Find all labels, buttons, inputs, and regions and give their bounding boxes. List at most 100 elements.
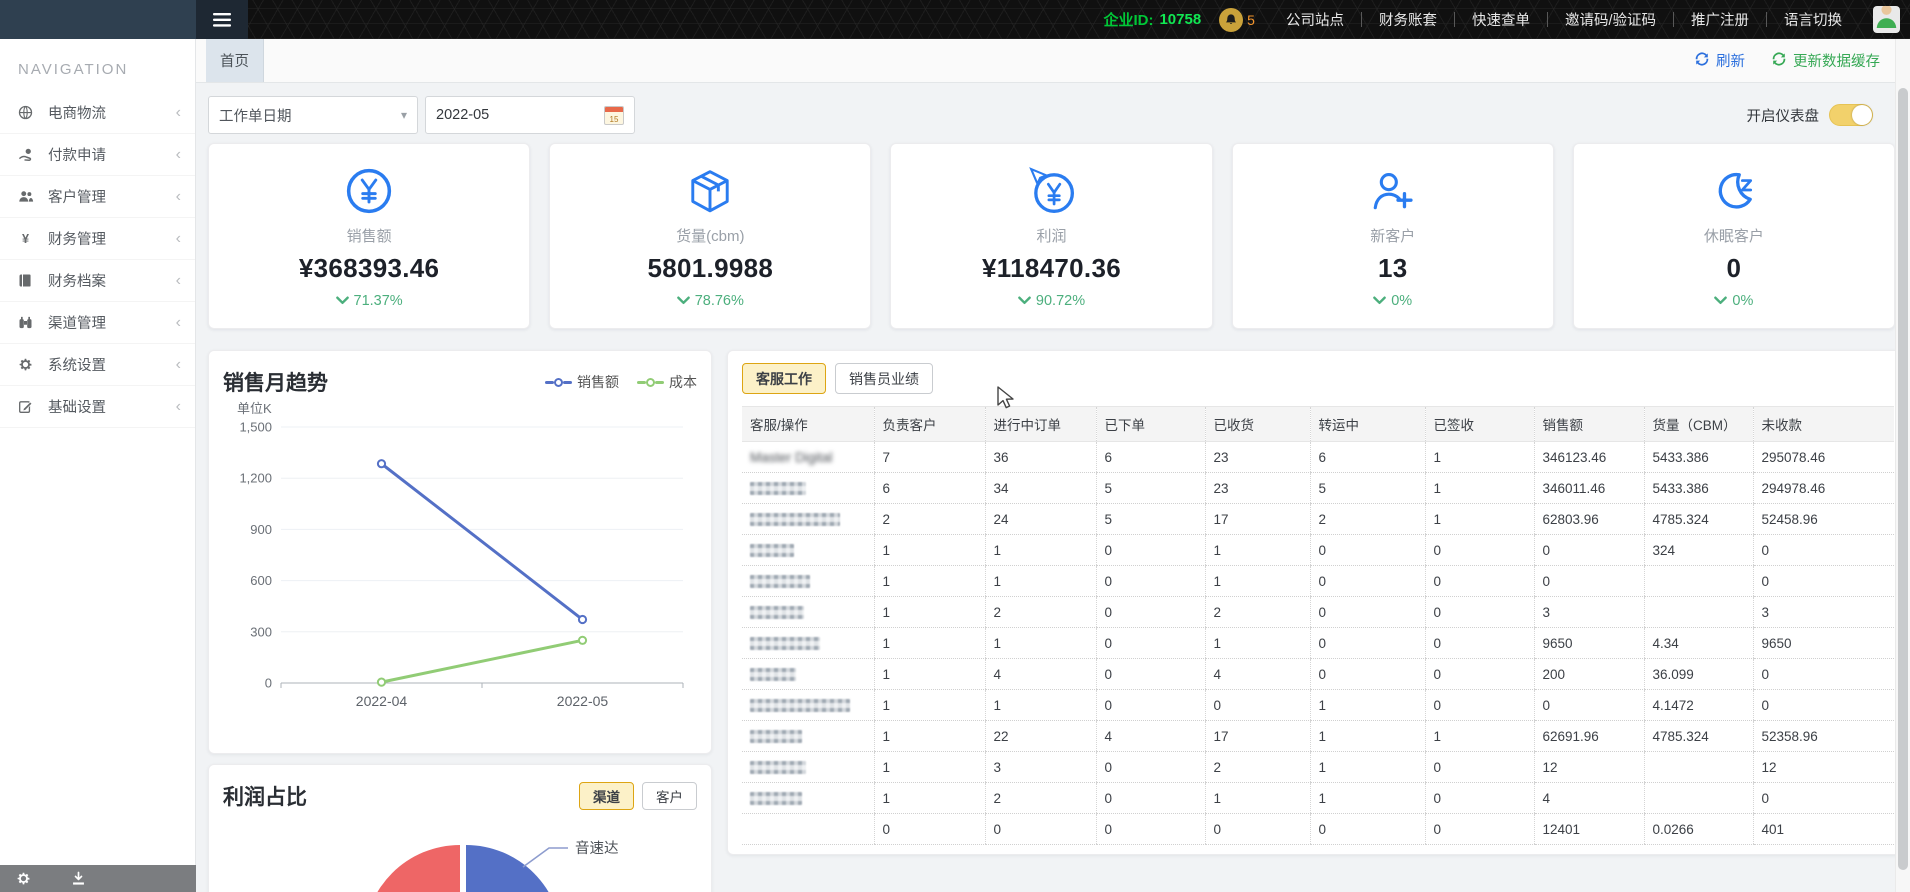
table-cell: 0 xyxy=(1309,565,1425,597)
table-cell: 3 xyxy=(1752,596,1894,628)
topbar-menu-item[interactable]: 快速查单 xyxy=(1455,9,1547,30)
topbar-menu-item[interactable]: 邀请码/验证码 xyxy=(1548,9,1673,30)
table-row[interactable]: 1 3 0 2 1 0 12 12 xyxy=(742,751,1894,783)
sidebar-item-globe[interactable]: 电商物流 ‹ xyxy=(0,92,195,134)
chevron-left-icon: ‹ xyxy=(175,355,181,373)
footer-download-icon[interactable] xyxy=(71,871,86,886)
topbar-menu-item[interactable]: 推广注册 xyxy=(1674,9,1766,30)
table-row[interactable]: 6 34 5 23 5 1 346011.46 5433.386 294978.46 xyxy=(742,472,1894,504)
table-column-header: 已签收 xyxy=(1424,406,1534,442)
sidebar-item-book[interactable]: 财务档案 ‹ xyxy=(0,260,195,302)
table-cell: 12 xyxy=(1533,751,1644,783)
chevron-left-icon: ‹ xyxy=(175,271,181,289)
table-cell: 4 xyxy=(984,658,1096,690)
table-cell: 1 xyxy=(1309,782,1425,814)
tab-sales-performance[interactable]: 销售员业绩 xyxy=(835,363,933,394)
sidebar-item-payment[interactable]: 付款申请 ‹ xyxy=(0,134,195,176)
table-row[interactable]: Master Digital 7 36 6 23 6 1 346123.46 5433.386 2… xyxy=(742,441,1894,473)
sidebar-item-gear[interactable]: 系统设置 ‹ xyxy=(0,344,195,386)
table-row[interactable]: 0 0 0 0 0 0 12401 0.0266 401 xyxy=(742,813,1894,845)
masked-name-block xyxy=(750,699,850,713)
user-avatar[interactable] xyxy=(1873,6,1900,33)
footer-gear-icon[interactable] xyxy=(16,871,31,886)
topbar-menu-item[interactable]: 公司站点 xyxy=(1269,9,1361,30)
dashboard-toggle[interactable] xyxy=(1829,104,1873,126)
update-cache-icon xyxy=(1771,51,1787,71)
table-cell: 295078.46 xyxy=(1752,441,1894,473)
sidebar-item-yen[interactable]: ¥ 财务管理 ‹ xyxy=(0,218,195,260)
pie-tab-customer[interactable]: 客户 xyxy=(642,782,697,810)
table-cell: 2 xyxy=(984,596,1096,628)
table-cell-name xyxy=(742,782,874,814)
legend-label: 销售额 xyxy=(577,374,619,390)
table-row[interactable]: 1 1 0 0 1 0 0 4.1472 0 xyxy=(742,689,1894,721)
sidebar-collapse-button[interactable] xyxy=(196,0,248,39)
topbar-menu-item[interactable]: 财务账套 xyxy=(1362,9,1454,30)
table-cell: 0 xyxy=(1533,689,1644,721)
scrollbar-thumb[interactable] xyxy=(1898,88,1908,870)
topbar-menu-item[interactable]: 语言切换 xyxy=(1767,9,1859,30)
sidebar-header: NAVIGATION xyxy=(18,61,129,78)
table-cell-name xyxy=(742,565,874,597)
legend-item[interactable]: 销售额 xyxy=(545,372,619,392)
workbench-table: 客服/操作 负责客户 进行中订单 已下单 已收货 转运中 已签收 销售额 货量（CBM） 未收款 … xyxy=(742,406,1894,845)
toggle-knob xyxy=(1852,105,1872,125)
company-id-label: 企业ID: xyxy=(1103,12,1154,29)
table-cell: 0 xyxy=(1095,689,1205,721)
table-cell: 36.099 xyxy=(1643,658,1753,690)
trend-chart-panel: 销售月趋势 销售额 成本 单位K 0 300 600 900 1,200 1,500 2022-… xyxy=(208,350,712,754)
notifications[interactable]: 5 xyxy=(1219,7,1255,32)
table-cell: 0 xyxy=(1752,658,1894,690)
table-row[interactable]: 1 4 0 4 0 0 200 36.099 0 xyxy=(742,658,1894,690)
topbar-right: 企业ID: 10758 5 公司站点 财务账套 快速查单 邀请码/验证码 推广注册 语言切… xyxy=(1103,6,1910,33)
table-cell: 4 xyxy=(1095,720,1205,752)
sidebar-item-binoculars[interactable]: 渠道管理 ‹ xyxy=(0,302,195,344)
pie-slice-left xyxy=(377,845,460,892)
sidebar-item-label: 财务档案 xyxy=(48,274,106,290)
trend-chart-head: 销售月趋势 销售额 成本 xyxy=(223,367,697,397)
stat-label: 货量(cbm) xyxy=(676,228,745,245)
table-cell: 0 xyxy=(1095,534,1205,566)
table-column-header: 货量（CBM） xyxy=(1643,406,1753,442)
table-cell: 0 xyxy=(1095,751,1205,783)
stat-change: 78.76% xyxy=(676,293,744,309)
legend-item[interactable]: 成本 xyxy=(637,372,697,392)
table-cell: 0 xyxy=(1309,596,1425,628)
table-row[interactable]: 11010000 xyxy=(742,565,1894,597)
table-row[interactable]: 1 1 0 1 0 0 9650 4.34 9650 xyxy=(742,627,1894,659)
table-cell: 5 xyxy=(1309,472,1425,504)
table-cell: 62691.96 xyxy=(1533,720,1644,752)
stat-card: 休眠客户 0 0% xyxy=(1572,143,1896,329)
table-row[interactable]: 12020033 xyxy=(742,596,1894,628)
table-cell: 2 xyxy=(1204,751,1310,783)
date-type-select[interactable]: 工作单日期 ▾ xyxy=(208,96,418,134)
stat-change: 71.37% xyxy=(335,293,403,309)
table-row[interactable]: 1 22 4 17 1 1 62691.96 4785.324 52358.96 xyxy=(742,720,1894,752)
scrollbar-track[interactable] xyxy=(1895,39,1910,892)
sidebar-item-label: 付款申请 xyxy=(48,148,106,164)
calendar-icon[interactable]: 15 xyxy=(604,105,624,125)
sidebar-item-users[interactable]: 客户管理 ‹ xyxy=(0,176,195,218)
update-cache-button[interactable]: 更新数据缓存 xyxy=(1771,50,1880,71)
sidebar-item-edit[interactable]: 基础设置 ‹ xyxy=(0,386,195,428)
svg-text:600: 600 xyxy=(250,573,272,588)
table-cell: 1 xyxy=(984,565,1096,597)
table-row[interactable]: 2 24 5 17 2 1 62803.96 4785.324 52458.96 xyxy=(742,503,1894,535)
masked-name-block xyxy=(750,513,840,527)
date-input[interactable]: 2022-05 15 xyxy=(425,96,635,134)
table-cell: 5433.386 xyxy=(1643,472,1753,504)
stat-value: ¥118470.36 xyxy=(982,253,1121,283)
pie-tab-channel[interactable]: 渠道 xyxy=(579,782,634,810)
table-cell: 0 xyxy=(1533,534,1644,566)
package-icon xyxy=(686,163,734,219)
table-row[interactable]: 1 1 0 1 0 0 0 324 0 xyxy=(742,534,1894,566)
tab-service-work[interactable]: 客服工作 xyxy=(742,363,826,394)
table-cell-name xyxy=(742,534,874,566)
tab-bar: 首页 刷新 更新数据缓存 xyxy=(196,39,1910,83)
refresh-button[interactable]: 刷新 xyxy=(1694,50,1745,71)
table-row[interactable]: 12011040 xyxy=(742,782,1894,814)
table-cell: 1 xyxy=(873,751,985,783)
table-cell: 6 xyxy=(1095,441,1205,473)
content: 工作单日期 ▾ 2022-05 15 开启仪表盘 销售额 ¥368393.46 71… xyxy=(196,83,1910,892)
tab-home[interactable]: 首页 xyxy=(206,39,264,82)
